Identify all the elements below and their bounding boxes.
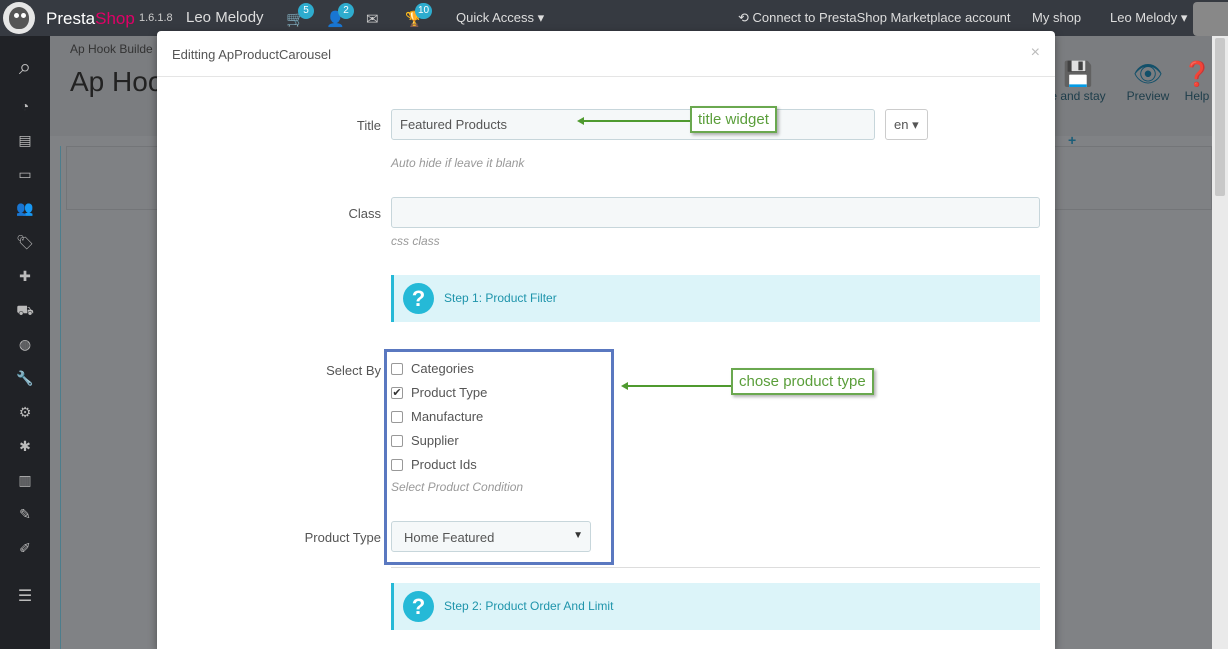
class-help-text: css class [391,234,440,248]
class-label: Class [348,206,381,221]
step2-info-panel: ? Step 2: Product Order And Limit [391,583,1040,630]
connect-icon: ⟲ [738,10,749,25]
title-label: Title [356,118,381,133]
caret-down-icon: ▾ [912,117,919,132]
user-menu[interactable]: Leo Melody ▾ [1110,10,1187,26]
catalog-icon[interactable]: ▤ [0,132,50,149]
divider [391,567,1040,568]
envelope-icon[interactable]: ✉ [366,10,379,28]
marketplace-link[interactable]: ⟲ Connect to PrestaShop Marketplace acco… [738,10,1011,26]
annotation-highlight-box [384,349,614,565]
trophy-badge: 10 [415,3,433,19]
title-help-text: Auto hide if leave it blank [391,156,525,170]
preferences-icon[interactable]: 🔧 [0,370,50,387]
scrollbar-thumb[interactable] [1215,38,1225,196]
question-icon: ? [403,591,434,622]
brand-name[interactable]: PrestaShop [46,9,135,29]
quick-access-menu[interactable]: Quick Access ▾ [456,10,544,26]
stats-icon[interactable]: ▥ [0,472,50,489]
search-icon[interactable]: ⌕ [0,54,50,80]
product-type-label: Product Type [304,530,381,545]
select-by-label: Select By [326,363,381,378]
my-shop-link[interactable]: My shop [1032,10,1081,25]
edit-icon[interactable]: ✐ [0,540,50,557]
advanced-parameters-icon[interactable]: ⚙ [0,404,50,421]
orders-icon[interactable]: ▭ [0,166,50,183]
annotation-chose-product-type: chose product type [731,368,874,395]
step1-title: Step 1: Product Filter [444,291,557,305]
add-icon[interactable]: + [1068,132,1076,148]
avatar[interactable] [1193,2,1228,36]
prestashop-logo-icon[interactable] [3,2,35,34]
shipping-icon[interactable]: ⛟ [0,302,50,321]
language-dropdown[interactable]: en ▾ [885,109,928,140]
administration-icon[interactable]: ✱ [0,438,50,455]
localization-icon[interactable]: ◍ [0,336,50,353]
menu-collapse-icon[interactable]: ☰ [0,586,50,606]
pencil-icon[interactable]: ✎ [0,506,50,523]
divider [60,146,61,649]
annotation-title-widget: title widget [690,106,777,133]
class-input[interactable] [391,197,1040,228]
preview-button[interactable]: 👁 Preview [1120,60,1176,103]
annotation-arrow [583,120,690,122]
customers-icon[interactable]: 👥 [0,200,50,217]
edit-widget-modal: Editting ApProductCarousel × Title Featu… [157,31,1055,649]
help-icon: ❓ [1182,61,1212,88]
close-icon[interactable]: × [1031,44,1040,62]
step1-info-panel: ? Step 1: Product Filter [391,275,1040,322]
scrollbar[interactable] [1212,36,1228,649]
page-title: Ap Hoo [70,66,164,97]
modules-icon[interactable]: ✚ [0,268,50,285]
price-rules-icon[interactable]: 🏷 [0,234,50,251]
step2-title: Step 2: Product Order And Limit [444,599,614,613]
eye-icon: 👁 [1132,61,1164,88]
title-input[interactable]: Featured Products [391,109,875,140]
sidebar: ⌕ ◔ ▤ ▭ 👥 🏷 ✚ ⛟ ◍ 🔧 ⚙ ✱ ▥ ✎ ✐ ☰ [0,36,50,649]
annotation-arrow [627,385,731,387]
modal-header: Editting ApProductCarousel × [157,31,1055,77]
dashboard-icon[interactable]: ◔ [0,98,50,114]
customers-badge: 2 [338,3,354,19]
orders-badge: 5 [298,3,314,19]
modal-title: Editting ApProductCarousel [172,47,331,62]
shop-title: Leo Melody [186,9,264,26]
question-icon: ? [403,283,434,314]
version-label: 1.6.1.8 [139,12,173,24]
help-button[interactable]: ❓ Help [1182,60,1212,103]
breadcrumb: Ap Hook Builde [70,42,153,56]
